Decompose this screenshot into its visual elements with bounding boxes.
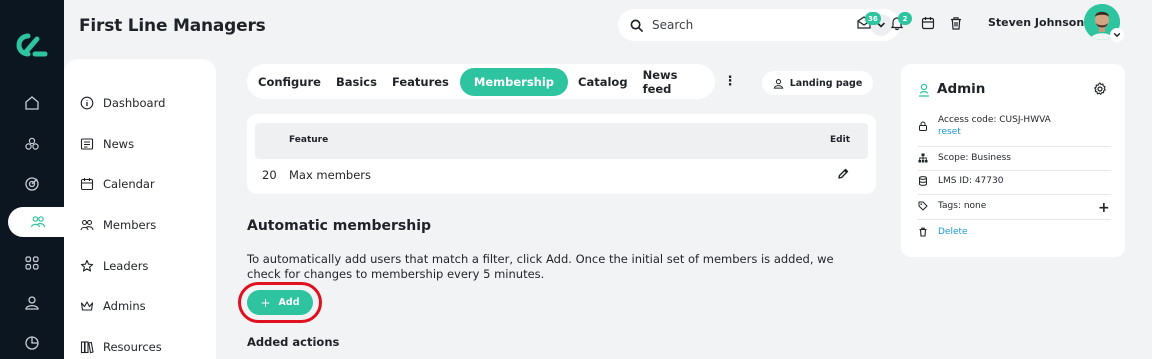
rail-groups-icon[interactable] (0, 129, 64, 159)
access-code-row: Access code: CUSJ-HWVA reset (918, 115, 1051, 137)
tab-catalog[interactable]: Catalog (571, 68, 635, 96)
newspaper-icon (80, 138, 94, 150)
sidebar-item-calendar[interactable]: Calendar (80, 174, 155, 194)
star-icon (80, 259, 94, 272)
trash-icon (919, 227, 927, 237)
tags-row: Tags: none (918, 201, 986, 211)
calendar-icon (80, 178, 94, 191)
tag-icon (918, 201, 928, 211)
notifications-badge: 2 (898, 12, 912, 25)
section-title: Automatic membership (247, 218, 432, 234)
landing-page-button[interactable]: Landing page (762, 71, 873, 95)
group-sidebar: Dashboard News Calendar Members Leaders … (64, 59, 216, 359)
delete-link[interactable]: Delete (938, 227, 968, 237)
sidebar-item-news[interactable]: News (80, 134, 134, 154)
user-icon (773, 78, 783, 89)
user-name[interactable]: Steven Johnson (988, 16, 1084, 29)
section-description: To automatically add users that match a … (247, 252, 834, 281)
feature-value: 20 (262, 168, 277, 182)
sidebar-item-label: Calendar (103, 177, 155, 191)
chevron-down-icon (1113, 33, 1121, 38)
divider (918, 170, 1111, 171)
gear-icon[interactable] (1093, 82, 1107, 96)
settings-tabs: Configure Basics Features Membership Cat… (247, 64, 715, 99)
page-title: First Line Managers (79, 16, 266, 36)
info-icon (80, 96, 94, 110)
app-rail (0, 0, 68, 359)
top-header: First Line Managers Search 36 2 Steven J… (64, 0, 1152, 58)
rail-home-icon[interactable] (0, 88, 64, 118)
app-logo[interactable] (11, 30, 53, 60)
search-input[interactable]: Search (652, 18, 870, 32)
lms-row: LMS ID: 47730 (918, 176, 1003, 186)
rail-user-icon[interactable] (0, 288, 64, 318)
added-actions-title: Added actions (247, 335, 340, 349)
divider (918, 194, 1111, 195)
database-icon (919, 176, 927, 186)
sidebar-item-label: Leaders (103, 259, 149, 273)
sidebar-item-members[interactable]: Members (80, 215, 156, 235)
user-menu-toggle[interactable] (1110, 28, 1124, 42)
delete-row[interactable]: Delete (918, 227, 968, 237)
scope-row: Scope: Business (918, 153, 1011, 163)
rail-grid-icon[interactable] (0, 248, 64, 278)
divider (918, 146, 1111, 147)
tags-value: Tags: none (938, 201, 987, 211)
scope-value: Scope: Business (938, 153, 1011, 163)
sidebar-item-resources[interactable]: Resources (80, 337, 162, 357)
hierarchy-icon (918, 153, 928, 163)
tab-configure[interactable]: Configure (251, 68, 328, 96)
trash-icon[interactable] (948, 15, 964, 31)
admin-user-icon (919, 83, 929, 97)
people-icon (80, 219, 94, 231)
sidebar-item-label: Admins (103, 299, 146, 313)
sidebar-item-label: News (103, 137, 135, 151)
features-table: Feature Edit 20 Max members (247, 114, 876, 194)
messages-badge: 36 (865, 12, 881, 25)
reset-link[interactable]: reset (938, 127, 1051, 137)
column-header-edit: Edit (830, 135, 850, 145)
admin-card-title: Admin (937, 81, 986, 97)
landing-page-label: Landing page (789, 77, 863, 89)
crown-icon (80, 301, 94, 311)
divider (918, 219, 1111, 220)
tab-basics[interactable]: Basics (329, 68, 384, 96)
rail-target-icon[interactable] (0, 169, 64, 199)
tab-features[interactable]: Features (385, 68, 456, 96)
tab-news-feed[interactable]: News feed (636, 68, 710, 96)
lock-icon (919, 121, 927, 131)
sidebar-item-label: Dashboard (103, 96, 166, 110)
table-header: Feature Edit (255, 123, 868, 159)
add-button-label: Add (278, 297, 300, 308)
sidebar-item-admins[interactable]: Admins (80, 296, 146, 316)
sidebar-item-label: Members (103, 218, 157, 232)
column-header-feature: Feature (289, 135, 329, 145)
plus-icon: + (260, 295, 271, 310)
pencil-icon[interactable] (836, 167, 850, 181)
add-button[interactable]: + Add (247, 290, 313, 315)
books-icon (80, 341, 94, 354)
more-tabs-button[interactable]: ⋮ (724, 72, 737, 90)
sidebar-item-leaders[interactable]: Leaders (80, 256, 148, 276)
feature-name: Max members (289, 168, 372, 182)
calendar-icon[interactable] (920, 15, 936, 31)
search-icon (630, 19, 643, 32)
sidebar-item-label: Resources (103, 340, 162, 354)
lms-id-value: LMS ID: 47730 (938, 176, 1004, 186)
rail-members-icon[interactable] (8, 207, 68, 237)
sidebar-item-dashboard[interactable]: Dashboard (80, 93, 165, 113)
access-code: Access code: CUSJ-HWVA (938, 115, 1051, 125)
add-tag-button[interactable]: + (1098, 200, 1110, 216)
tab-membership[interactable]: Membership (459, 67, 569, 96)
rail-reports-icon[interactable] (0, 328, 64, 358)
admin-card: Admin Access code: CUSJ-HWVA reset Scope… (901, 64, 1125, 257)
